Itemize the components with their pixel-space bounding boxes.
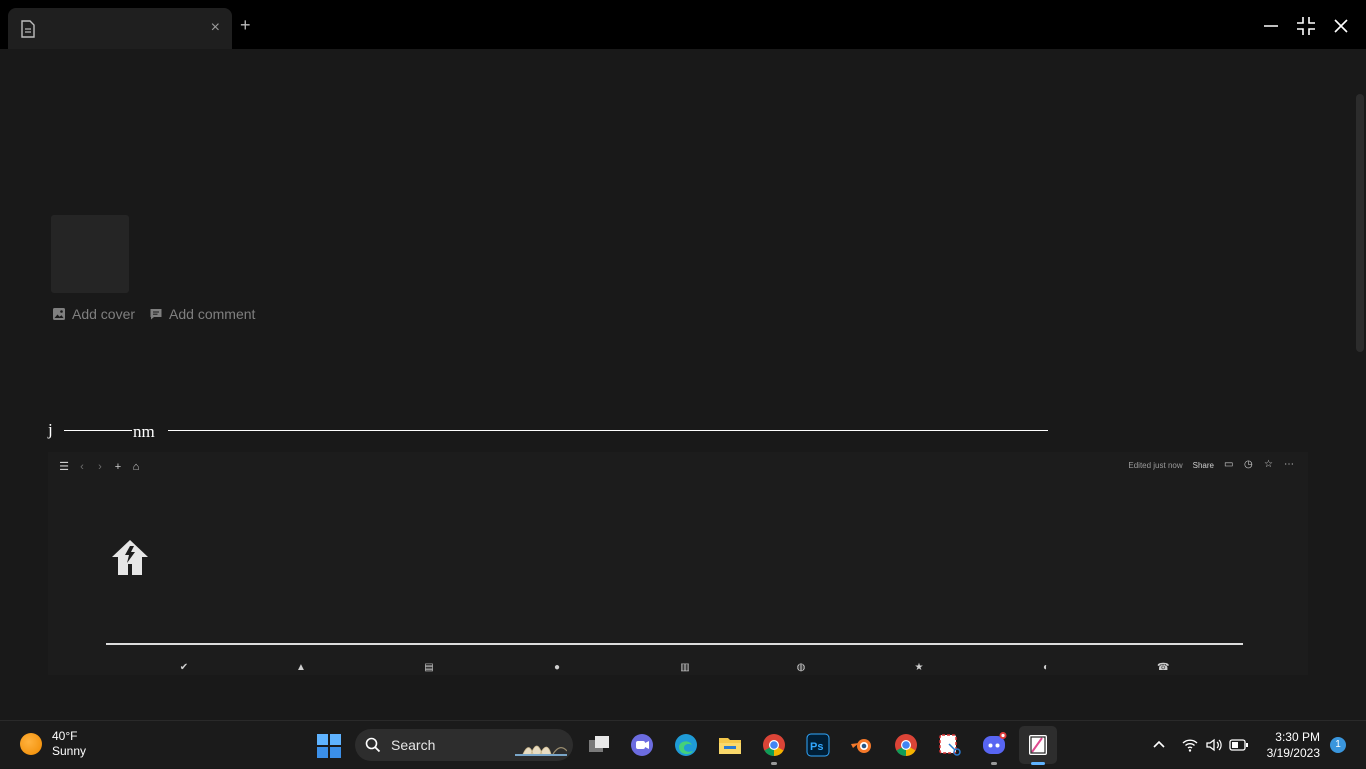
notion-app-active[interactable] [1019, 726, 1057, 764]
embed-divider [106, 643, 1243, 645]
active-indicator [1031, 762, 1045, 765]
title-text-nm: nm [133, 422, 155, 441]
page-icon-placeholder[interactable] [51, 215, 129, 293]
clock-date: 3/19/2023 [1266, 746, 1320, 760]
volume-icon[interactable] [1205, 736, 1223, 754]
running-indicator [771, 762, 777, 765]
sun-icon [20, 733, 42, 755]
embed-icon-row: ✔ ▲ ▤ ● ▥ ◍ ★ ◐ ☎ [178, 662, 1178, 674]
menu-icon: ☰ [59, 461, 69, 473]
comment-icon [150, 309, 162, 320]
house-icon [112, 540, 148, 575]
scrollbar-thumb[interactable] [1356, 94, 1364, 352]
wifi-icon[interactable] [1181, 736, 1199, 754]
chrome-profile-icon[interactable] [893, 732, 919, 758]
title-bar: × + [0, 0, 1366, 49]
title-rule-right [168, 430, 1048, 431]
plus-icon: + [114, 460, 122, 473]
browser-tab[interactable]: × [8, 8, 232, 49]
star-icon: ☆ [1264, 459, 1273, 470]
check-circle-icon: ✔ [179, 662, 189, 673]
star-filled-icon: ★ [914, 662, 924, 673]
task-view-icon[interactable] [586, 732, 612, 758]
add-cover-button[interactable]: Add cover [52, 306, 135, 322]
page-actions: Add cover Add comment [52, 306, 255, 322]
chevron-up-icon[interactable] [1150, 735, 1168, 753]
title-text-j: j [48, 420, 53, 439]
book-icon: ▤ [424, 662, 434, 673]
page-title[interactable]: j nm [48, 418, 1048, 444]
embed-topbar-right: Edited just now Share ▭ ◷ ☆ ⋯ [1128, 460, 1294, 470]
back-arrow-icon: ‹ [80, 460, 84, 473]
comments-icon: ▭ [1224, 459, 1234, 470]
weather-condition: Sunny [52, 744, 87, 758]
add-comment-label: Add comment [169, 306, 256, 322]
taskbar: 40°F Sunny Search Ps 3:30 PM 3/19/2023 1 [0, 720, 1366, 768]
person-icon: ● [553, 662, 561, 673]
taskbar-search[interactable]: Search [355, 729, 573, 761]
exit-fullscreen-icon[interactable] [1294, 14, 1318, 38]
system-clock[interactable]: 3:30 PM 3/19/2023 [1258, 729, 1320, 761]
discord-icon[interactable] [981, 732, 1007, 758]
search-label: Search [391, 737, 436, 753]
svg-text:Ps: Ps [810, 741, 823, 753]
phone-icon: ☎ [1157, 662, 1170, 673]
chat-bubbles-icon: ◐ [1042, 662, 1050, 673]
forward-arrow-icon: › [98, 460, 102, 473]
bank-icon: ▥ [680, 662, 690, 673]
chrome-icon[interactable] [761, 732, 787, 758]
notification-badge[interactable]: 1 [1330, 737, 1346, 753]
opera-house-icon [515, 745, 567, 756]
graduation-cap-icon: ▲ [296, 662, 306, 673]
running-indicator [991, 762, 997, 765]
home-icon: ⌂ [132, 460, 140, 473]
image-icon [53, 308, 65, 320]
teams-chat-icon[interactable] [629, 732, 655, 758]
blender-icon[interactable] [849, 732, 875, 758]
file-explorer-icon[interactable] [717, 732, 743, 758]
weather-text: 40°F Sunny [52, 729, 86, 759]
add-cover-label: Add cover [72, 306, 136, 322]
minimize-icon[interactable] [1259, 14, 1283, 38]
weather-widget[interactable]: 40°F Sunny [20, 729, 86, 759]
embedded-image[interactable]: ☰ ‹ › + ⌂ Edited just now Share ▭ ◷ ☆ ⋯ … [48, 452, 1308, 675]
document-icon [21, 20, 35, 38]
clock-time: 3:30 PM [1275, 730, 1320, 744]
history-icon: ◷ [1244, 459, 1253, 470]
share-label: Share [1192, 460, 1214, 470]
battery-icon[interactable] [1229, 736, 1249, 754]
search-icon [365, 737, 381, 753]
edited-status: Edited just now [1128, 460, 1183, 470]
add-comment-button[interactable]: Add comment [149, 306, 255, 322]
brain-icon: ◍ [796, 662, 806, 673]
new-tab-button[interactable]: + [240, 16, 251, 34]
embed-nav: ☰ ‹ › + ⌂ [58, 460, 142, 474]
weather-temp: 40°F [52, 729, 78, 743]
edge-browser-icon[interactable] [673, 732, 699, 758]
snipping-tool-icon[interactable] [937, 732, 963, 758]
more-icon: ⋯ [1284, 459, 1294, 470]
title-rule-left [64, 430, 132, 431]
windows-start-icon[interactable] [316, 733, 342, 759]
close-window-icon[interactable] [1329, 14, 1353, 38]
close-tab-icon[interactable]: × [211, 19, 220, 37]
photoshop-icon[interactable]: Ps [805, 732, 831, 758]
